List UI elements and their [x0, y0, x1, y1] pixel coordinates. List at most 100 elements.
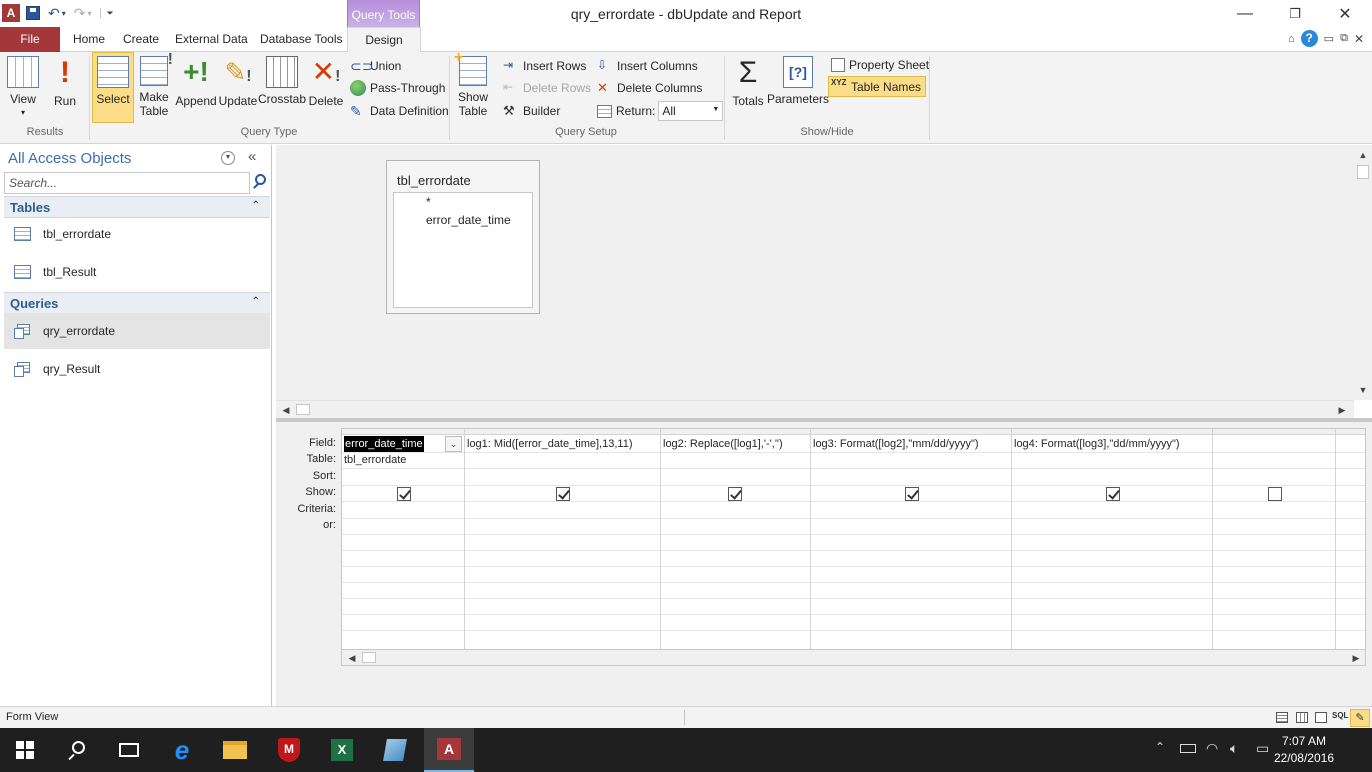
task-view-button[interactable]: [104, 728, 154, 772]
table-names-button[interactable]: XYZ Table Names: [828, 76, 927, 97]
show-table-button[interactable]: + Show Table: [453, 50, 493, 119]
taskbar-clock[interactable]: 7:07 AM 22/08/2016: [1274, 733, 1334, 767]
chart-view-icon[interactable]: [1315, 712, 1327, 723]
minimize-button[interactable]: —: [1222, 2, 1268, 26]
show-checkbox-4[interactable]: [905, 487, 919, 501]
nav-menu-dropdown-icon[interactable]: ▼: [221, 151, 235, 165]
tab-home[interactable]: Home: [65, 27, 113, 52]
vertical-scrollbar[interactable]: ▲ ▼: [1354, 145, 1372, 400]
datasheet-view-icon[interactable]: [1276, 712, 1288, 723]
nav-search-input[interactable]: Search...: [4, 172, 250, 194]
taskbar-file-explorer[interactable]: [210, 728, 260, 772]
undo-dropdown-icon[interactable]: ▾: [62, 9, 66, 18]
nav-section-queries[interactable]: Queries ⌃: [4, 292, 270, 314]
field-cell-3[interactable]: log2: Replace([log1],'-',''): [663, 436, 783, 452]
nav-item-tbl-result[interactable]: tbl_Result: [4, 254, 270, 290]
save-icon[interactable]: [26, 6, 40, 20]
scroll-thumb[interactable]: [1357, 165, 1369, 179]
delete-query-button[interactable]: ✕! Delete: [306, 56, 346, 108]
field-list-tbl-errordate[interactable]: tbl_errordate * error_date_time: [386, 160, 540, 314]
data-definition-button[interactable]: ✎ Data Definition: [350, 101, 449, 121]
field-dropdown-button[interactable]: ⌄: [445, 436, 462, 452]
select-query-button[interactable]: Select: [92, 52, 134, 123]
design-view-icon[interactable]: ✎: [1350, 709, 1370, 727]
show-checkbox-6[interactable]: [1268, 487, 1282, 501]
show-checkbox-2[interactable]: [556, 487, 570, 501]
show-checkbox-5[interactable]: [1106, 487, 1120, 501]
append-button[interactable]: +! Append: [175, 56, 217, 108]
return-select[interactable]: All ▼: [658, 101, 724, 121]
tab-design[interactable]: Design: [347, 27, 421, 53]
field-cell-4[interactable]: log3: Format([log2],"mm/dd/yyyy"): [813, 436, 979, 452]
parameters-button[interactable]: [?] Parameters: [767, 56, 829, 106]
taskbar-excel[interactable]: X: [317, 728, 367, 772]
delete-columns-button[interactable]: ✕ Delete Columns: [597, 78, 702, 98]
grid-horizontal-scrollbar[interactable]: ◀ ▶: [341, 650, 1366, 666]
tab-file[interactable]: File: [0, 27, 60, 52]
collapse-ribbon-icon[interactable]: ⌂: [1288, 33, 1295, 45]
scroll-right-icon[interactable]: ▶: [1348, 650, 1364, 666]
battery-icon[interactable]: [1180, 740, 1196, 756]
nav-item-tbl-errordate[interactable]: tbl_errordate: [4, 216, 270, 252]
nav-item-qry-result[interactable]: qry_Result: [4, 351, 270, 387]
scroll-left-icon[interactable]: ◀: [344, 650, 360, 666]
customize-qat-icon[interactable]: ⏷: [99, 7, 114, 19]
restore-button[interactable]: ❐: [1272, 2, 1318, 26]
show-checkbox-3[interactable]: [728, 487, 742, 501]
sql-view-button[interactable]: SQL: [1332, 711, 1348, 720]
field-cell-5[interactable]: log4: Format([log3],"dd/mm/yyyy"): [1014, 436, 1180, 452]
scroll-thumb[interactable]: [362, 652, 376, 663]
tab-create[interactable]: Create: [115, 27, 167, 52]
search-icon[interactable]: [252, 173, 268, 191]
restore-document-icon[interactable]: ⧉: [1340, 32, 1348, 45]
insert-columns-button[interactable]: ⇩ Insert Columns: [597, 56, 698, 76]
taskbar-mcafee[interactable]: M: [264, 728, 314, 772]
close-button[interactable]: ✕: [1322, 2, 1368, 26]
help-icon[interactable]: ?: [1300, 30, 1318, 47]
scroll-right-icon[interactable]: ▶: [1334, 402, 1350, 418]
field-cell-2[interactable]: log1: Mid([error_date_time],13,11): [467, 436, 633, 452]
field-cell-1[interactable]: error_date_time ⌄: [344, 436, 462, 452]
volume-icon[interactable]: 🔈︎: [1230, 740, 1238, 757]
show-hidden-icons[interactable]: ⌃: [1155, 740, 1165, 754]
collapse-section-icon[interactable]: ⌃: [252, 200, 260, 211]
horizontal-scrollbar[interactable]: ◀ ▶: [276, 400, 1354, 418]
redo-dropdown-icon[interactable]: ▾: [87, 9, 91, 18]
table-cell-1[interactable]: tbl_errordate: [344, 452, 406, 468]
update-button[interactable]: ✎! Update: [217, 56, 259, 108]
nav-section-tables[interactable]: Tables ⌃: [4, 196, 270, 218]
scroll-down-icon[interactable]: ▼: [1355, 382, 1371, 398]
pass-through-button[interactable]: Pass-Through: [350, 78, 445, 98]
field-list-title[interactable]: tbl_errordate: [397, 173, 471, 188]
scroll-up-icon[interactable]: ▲: [1355, 147, 1371, 163]
taskbar-edge[interactable]: e: [157, 728, 207, 772]
tab-database-tools[interactable]: Database Tools: [252, 27, 351, 52]
search-button[interactable]: [52, 728, 102, 772]
delete-rows-button[interactable]: ⇤ Delete Rows: [503, 78, 591, 98]
collapse-section-icon[interactable]: ⌃: [252, 296, 260, 307]
scroll-thumb[interactable]: [296, 404, 310, 415]
wifi-icon[interactable]: ◠: [1206, 740, 1218, 757]
property-sheet-button[interactable]: Property Sheet: [831, 55, 929, 75]
crosstab-button[interactable]: Crosstab: [258, 56, 306, 106]
close-document-icon[interactable]: ✕: [1354, 32, 1364, 46]
nav-item-qry-errordate[interactable]: qry_errordate: [4, 313, 270, 349]
action-center-icon[interactable]: ▭: [1256, 740, 1269, 757]
tab-external-data[interactable]: External Data: [167, 27, 256, 52]
pivot-view-icon[interactable]: [1296, 712, 1308, 723]
view-button[interactable]: View ▾: [4, 56, 42, 120]
scroll-left-icon[interactable]: ◀: [278, 402, 294, 418]
field-list-item-error-date-time[interactable]: error_date_time: [426, 213, 511, 227]
run-button[interactable]: ! Run: [48, 56, 82, 108]
taskbar-access[interactable]: A: [424, 728, 474, 772]
start-button[interactable]: [0, 728, 50, 772]
insert-rows-button[interactable]: ⇥ Insert Rows: [503, 56, 586, 76]
builder-button[interactable]: ⚒ Builder: [503, 101, 560, 121]
taskbar-app[interactable]: [370, 728, 420, 772]
redo-icon[interactable]: ↷: [74, 5, 86, 22]
nav-pane-title[interactable]: All Access Objects: [8, 150, 131, 167]
totals-button[interactable]: Σ Totals: [729, 56, 767, 108]
minimize-document-icon[interactable]: ▭: [1324, 32, 1334, 45]
field-list-item-all[interactable]: *: [426, 195, 431, 209]
undo-icon[interactable]: ↶: [48, 5, 60, 22]
